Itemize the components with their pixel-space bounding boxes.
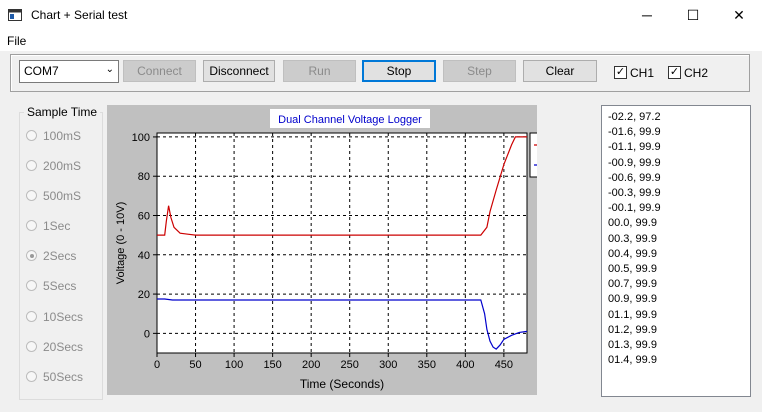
list-item[interactable]: 00.0, 99.9: [608, 217, 657, 229]
y-axis-label: Voltage (0 - 10V): [115, 202, 127, 285]
radio-label: 50Secs: [43, 370, 84, 384]
radio-label: 1Sec: [43, 219, 71, 233]
x-tick-label: 300: [379, 359, 397, 371]
serial-log-list[interactable]: -02.2, 97.2 -01.6, 99.9 -01.1, 99.9 -00.9, …: [601, 105, 751, 397]
x-tick-label: 150: [263, 359, 281, 371]
y-tick-label: 60: [138, 211, 150, 223]
close-button[interactable]: ✕: [716, 0, 762, 31]
menu-file[interactable]: File: [7, 34, 26, 48]
y-tick-label: 40: [138, 250, 150, 262]
list-item[interactable]: 01.4, 99.9: [608, 354, 657, 366]
radio-label: 5Secs: [43, 279, 77, 293]
chart-legend: [529, 132, 595, 178]
radio-label: 200mS: [43, 159, 82, 173]
app-icon: [8, 9, 22, 21]
radio-label: 500mS: [43, 189, 82, 203]
x-tick-label: 0: [154, 359, 160, 371]
stop-button[interactable]: Stop: [362, 60, 436, 82]
x-tick-label: 400: [456, 359, 474, 371]
radio-icon[interactable]: [26, 130, 37, 141]
minimize-button[interactable]: ─: [624, 0, 670, 31]
port-select[interactable]: COM7 ⌄: [19, 60, 119, 83]
list-item[interactable]: 00.9, 99.9: [608, 293, 657, 305]
x-tick-label: 200: [302, 359, 320, 371]
chart-title: Dual Channel Voltage Logger: [278, 114, 422, 126]
list-item[interactable]: 00.4, 99.9: [608, 248, 657, 260]
clear-button[interactable]: Clear: [523, 60, 597, 82]
plot-area: [156, 132, 528, 354]
list-item[interactable]: -00.6, 99.9: [608, 172, 661, 184]
radio-icon[interactable]: [26, 311, 37, 322]
radio-icon[interactable]: [26, 160, 37, 171]
sample-time-title: Sample Time: [24, 105, 101, 119]
list-item[interactable]: -00.3, 99.9: [608, 187, 661, 199]
radio-icon[interactable]: [26, 341, 37, 352]
x-tick-label: 100: [225, 359, 243, 371]
radio-label: 2Secs: [43, 249, 77, 263]
step-button[interactable]: Step: [443, 60, 516, 82]
radio-icon[interactable]: [26, 250, 37, 261]
voltage-chart: Dual Channel Voltage Logger 0 50 100 150 200…: [115, 109, 595, 391]
checkmark-icon[interactable]: ✓: [668, 66, 681, 79]
checkmark-icon[interactable]: ✓: [614, 66, 627, 79]
x-axis-label: Time (Seconds): [300, 377, 384, 391]
y-tick-label: 100: [132, 132, 150, 144]
list-item[interactable]: 01.1, 99.9: [608, 309, 657, 321]
chart-panel: Dual Channel Voltage Logger 0 50 100 150 200…: [107, 105, 595, 395]
x-axis: 0 50 100 150 200 250 300 350 400 450: [154, 353, 513, 371]
ch1-checkbox-label: CH1: [630, 66, 655, 80]
radio-label: 100mS: [43, 129, 82, 143]
run-button[interactable]: Run: [283, 60, 356, 82]
x-tick-label: 450: [495, 359, 513, 371]
radio-label: 20Secs: [43, 340, 84, 354]
radio-icon[interactable]: [26, 190, 37, 201]
y-tick-label: 80: [138, 171, 150, 183]
list-item[interactable]: 01.2, 99.9: [608, 324, 657, 336]
port-select-value: COM7: [24, 64, 59, 78]
list-item[interactable]: -01.1, 99.9: [608, 141, 661, 153]
list-item[interactable]: 00.5, 99.9: [608, 263, 657, 275]
y-tick-label: 20: [138, 289, 150, 301]
list-item[interactable]: 00.3, 99.9: [608, 233, 657, 245]
ch2-checkbox-label: CH2: [684, 66, 709, 80]
maximize-button[interactable]: ☐: [670, 0, 716, 31]
menu-bar: File: [0, 31, 762, 51]
title-bar: Chart + Serial test ─ ☐ ✕: [0, 0, 762, 31]
radio-icon[interactable]: [26, 371, 37, 382]
radio-label: 10Secs: [43, 310, 84, 324]
list-item[interactable]: -01.6, 99.9: [608, 126, 661, 138]
x-tick-label: 50: [189, 359, 201, 371]
list-item[interactable]: -02.2, 97.2: [608, 111, 661, 123]
list-item[interactable]: -00.9, 99.9: [608, 157, 661, 169]
connect-button[interactable]: Connect: [123, 60, 196, 82]
list-item[interactable]: 01.3, 99.9: [608, 339, 657, 351]
x-tick-label: 350: [418, 359, 436, 371]
y-axis: 0 20 40 60 80 100: [132, 132, 157, 340]
list-item[interactable]: 00.7, 99.9: [608, 278, 657, 290]
disconnect-button[interactable]: Disconnect: [203, 60, 275, 82]
chevron-down-icon[interactable]: ⌄: [106, 64, 114, 75]
window-title: Chart + Serial test: [31, 8, 128, 22]
y-tick-label: 0: [144, 328, 150, 340]
radio-icon[interactable]: [26, 280, 37, 291]
list-item[interactable]: -00.1, 99.9: [608, 202, 661, 214]
x-tick-label: 250: [341, 359, 359, 371]
radio-icon[interactable]: [26, 220, 37, 231]
